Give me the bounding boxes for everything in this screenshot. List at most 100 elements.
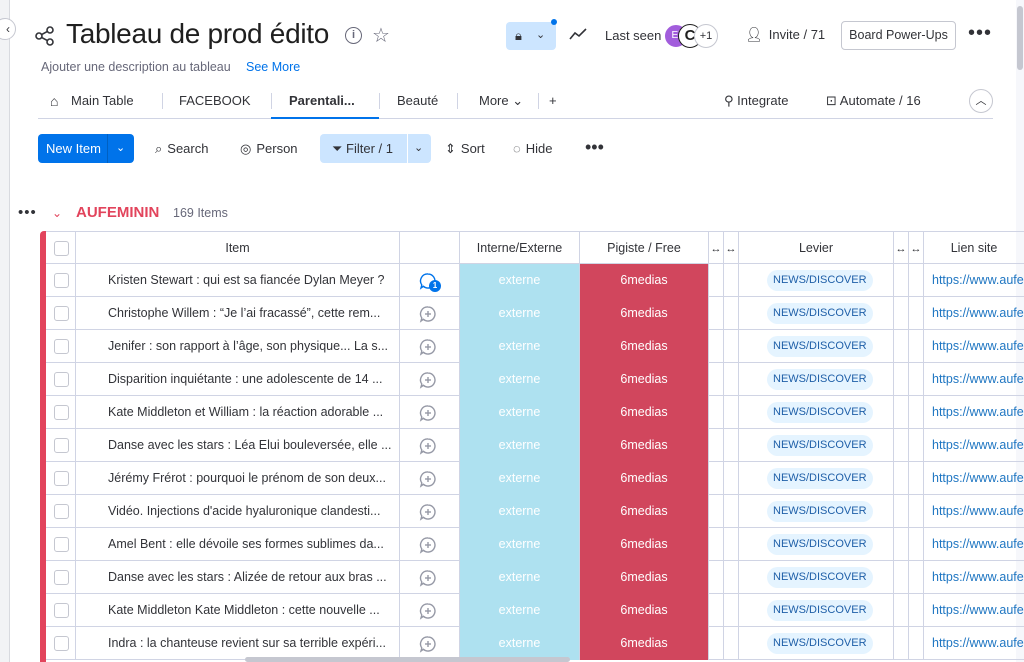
item-name[interactable]: Kristen Stewart : qui est sa fiancée Dyl…: [108, 264, 396, 297]
row-checkbox-cell[interactable]: [46, 330, 76, 363]
add-update-icon[interactable]: [419, 569, 437, 587]
collapsed-column-cell[interactable]: [909, 297, 924, 330]
updates-cell[interactable]: [400, 396, 460, 429]
updates-cell[interactable]: [400, 561, 460, 594]
lien-site-link[interactable]: https://www.aufe: [932, 363, 1024, 396]
pigiste-free-status[interactable]: 6medias: [580, 264, 709, 297]
item-cell[interactable]: Kate Middleton Kate Middleton : cette no…: [76, 594, 400, 627]
sort-button[interactable]: ⇕ Sort: [445, 141, 485, 157]
levier-cell[interactable]: NEWS/DISCOVER: [739, 429, 894, 462]
collapsed-column-cell[interactable]: [909, 594, 924, 627]
item-name[interactable]: Amel Bent : elle dévoile ses formes subl…: [108, 528, 396, 561]
row-checkbox-cell[interactable]: [46, 429, 76, 462]
item-cell[interactable]: Kristen Stewart : qui est sa fiancée Dyl…: [76, 264, 400, 297]
collapsed-column-cell[interactable]: [724, 495, 739, 528]
collapsed-column-cell[interactable]: [709, 561, 724, 594]
collapsed-column-cell[interactable]: [709, 429, 724, 462]
collapsed-column-cell[interactable]: [724, 363, 739, 396]
row-checkbox[interactable]: [54, 504, 69, 519]
collapsed-column-cell[interactable]: [894, 264, 909, 297]
item-cell[interactable]: Kate Middleton et William : la réaction …: [76, 396, 400, 429]
collapse-header-button[interactable]: ︿: [969, 89, 993, 113]
collapsed-column-cell[interactable]: [724, 462, 739, 495]
group-menu-button[interactable]: •••: [18, 204, 37, 221]
add-update-icon[interactable]: [419, 470, 437, 488]
add-update-icon[interactable]: [419, 305, 437, 323]
row-checkbox[interactable]: [54, 273, 69, 288]
collapsed-column-cell[interactable]: [909, 462, 924, 495]
pigiste-free-status[interactable]: 6medias: [580, 462, 709, 495]
collapsed-column-cell[interactable]: [894, 363, 909, 396]
levier-tag[interactable]: NEWS/DISCOVER: [767, 336, 873, 357]
levier-tag[interactable]: NEWS/DISCOVER: [767, 435, 873, 456]
row-checkbox-cell[interactable]: [46, 264, 76, 297]
lien-site-cell[interactable]: https://www.aufe: [924, 627, 1024, 660]
board-description[interactable]: Ajouter une description au tableau: [41, 60, 231, 74]
row-checkbox[interactable]: [54, 471, 69, 486]
row-checkbox-cell[interactable]: [46, 528, 76, 561]
item-cell[interactable]: Jenifer : son rapport à l’âge, son physi…: [76, 330, 400, 363]
levier-tag[interactable]: NEWS/DISCOVER: [767, 468, 873, 489]
item-name[interactable]: Kate Middleton Kate Middleton : cette no…: [108, 594, 396, 627]
column-header-item[interactable]: Item: [76, 232, 400, 265]
collapsed-column-cell[interactable]: [709, 264, 724, 297]
lien-site-link[interactable]: https://www.aufe: [932, 594, 1024, 627]
board-permissions-button[interactable]: 🔒︎ ⌄: [506, 22, 556, 50]
table-row[interactable]: Kate Middleton Kate Middleton : cette no…: [46, 594, 1024, 627]
add-update-icon[interactable]: [419, 602, 437, 620]
item-name[interactable]: Jenifer : son rapport à l’âge, son physi…: [108, 330, 396, 363]
lien-site-cell[interactable]: https://www.aufe: [924, 264, 1024, 297]
pigiste-free-status[interactable]: 6medias: [580, 396, 709, 429]
levier-cell[interactable]: NEWS/DISCOVER: [739, 627, 894, 660]
interne-externe-status[interactable]: externe: [460, 528, 580, 561]
header-select-all[interactable]: [46, 232, 76, 265]
table-row[interactable]: Vidéo. Injections d'acide hyaluronique c…: [46, 495, 1024, 528]
column-header-pigiste-free[interactable]: Pigiste / Free: [580, 232, 709, 265]
updates-cell[interactable]: [400, 297, 460, 330]
pigiste-free-status[interactable]: 6medias: [580, 297, 709, 330]
table-row[interactable]: Kristen Stewart : qui est sa fiancée Dyl…: [46, 264, 1024, 297]
row-checkbox[interactable]: [54, 537, 69, 552]
star-icon[interactable]: ☆: [372, 23, 390, 48]
item-name[interactable]: Vidéo. Injections d'acide hyaluronique c…: [108, 495, 396, 528]
levier-cell[interactable]: NEWS/DISCOVER: [739, 264, 894, 297]
item-cell[interactable]: Vidéo. Injections d'acide hyaluronique c…: [76, 495, 400, 528]
integrate-button[interactable]: ⚲ Integrate: [724, 93, 788, 109]
lien-site-link[interactable]: https://www.aufe: [932, 561, 1024, 594]
collapsed-column-cell[interactable]: [724, 429, 739, 462]
pigiste-free-status[interactable]: 6medias: [580, 594, 709, 627]
interne-externe-status[interactable]: externe: [460, 264, 580, 297]
row-checkbox-cell[interactable]: [46, 396, 76, 429]
collapsed-column-resize-icon[interactable]: ↔: [724, 232, 739, 265]
table-row[interactable]: Christophe Willem : “Je l’ai fracassé”, …: [46, 297, 1024, 330]
collapsed-column-cell[interactable]: [909, 429, 924, 462]
levier-cell[interactable]: NEWS/DISCOVER: [739, 594, 894, 627]
updates-cell[interactable]: [400, 363, 460, 396]
select-all-checkbox[interactable]: [54, 241, 69, 256]
pigiste-free-status[interactable]: 6medias: [580, 561, 709, 594]
levier-cell[interactable]: NEWS/DISCOVER: [739, 330, 894, 363]
item-cell[interactable]: Danse avec les stars : Alizée de retour …: [76, 561, 400, 594]
collapsed-column-cell[interactable]: [909, 330, 924, 363]
table-row[interactable]: Amel Bent : elle dévoile ses formes subl…: [46, 528, 1024, 561]
interne-externe-status[interactable]: externe: [460, 330, 580, 363]
avatar-more-count[interactable]: +1: [694, 24, 718, 48]
collapsed-column-cell[interactable]: [894, 462, 909, 495]
item-cell[interactable]: Jérémy Frérot : pourquoi le prénom de so…: [76, 462, 400, 495]
levier-cell[interactable]: NEWS/DISCOVER: [739, 528, 894, 561]
collapsed-column-cell[interactable]: [724, 627, 739, 660]
tab-beaute[interactable]: Beauté: [397, 93, 438, 108]
board-power-ups-button[interactable]: Board Power-Ups: [841, 21, 956, 50]
updates-cell[interactable]: [400, 429, 460, 462]
search-button[interactable]: ⌕ Search: [155, 141, 208, 157]
collapsed-column-cell[interactable]: [909, 363, 924, 396]
lien-site-link[interactable]: https://www.aufe: [932, 528, 1024, 561]
chevron-down-icon[interactable]: ⌄: [414, 141, 423, 154]
collapsed-column-resize-icon[interactable]: ↔: [894, 232, 909, 265]
collapsed-column-cell[interactable]: [724, 594, 739, 627]
hide-button[interactable]: ◌ Hide: [513, 141, 552, 156]
collapsed-column-cell[interactable]: [909, 561, 924, 594]
pigiste-free-status[interactable]: 6medias: [580, 495, 709, 528]
collapsed-column-cell[interactable]: [709, 594, 724, 627]
row-checkbox[interactable]: [54, 306, 69, 321]
